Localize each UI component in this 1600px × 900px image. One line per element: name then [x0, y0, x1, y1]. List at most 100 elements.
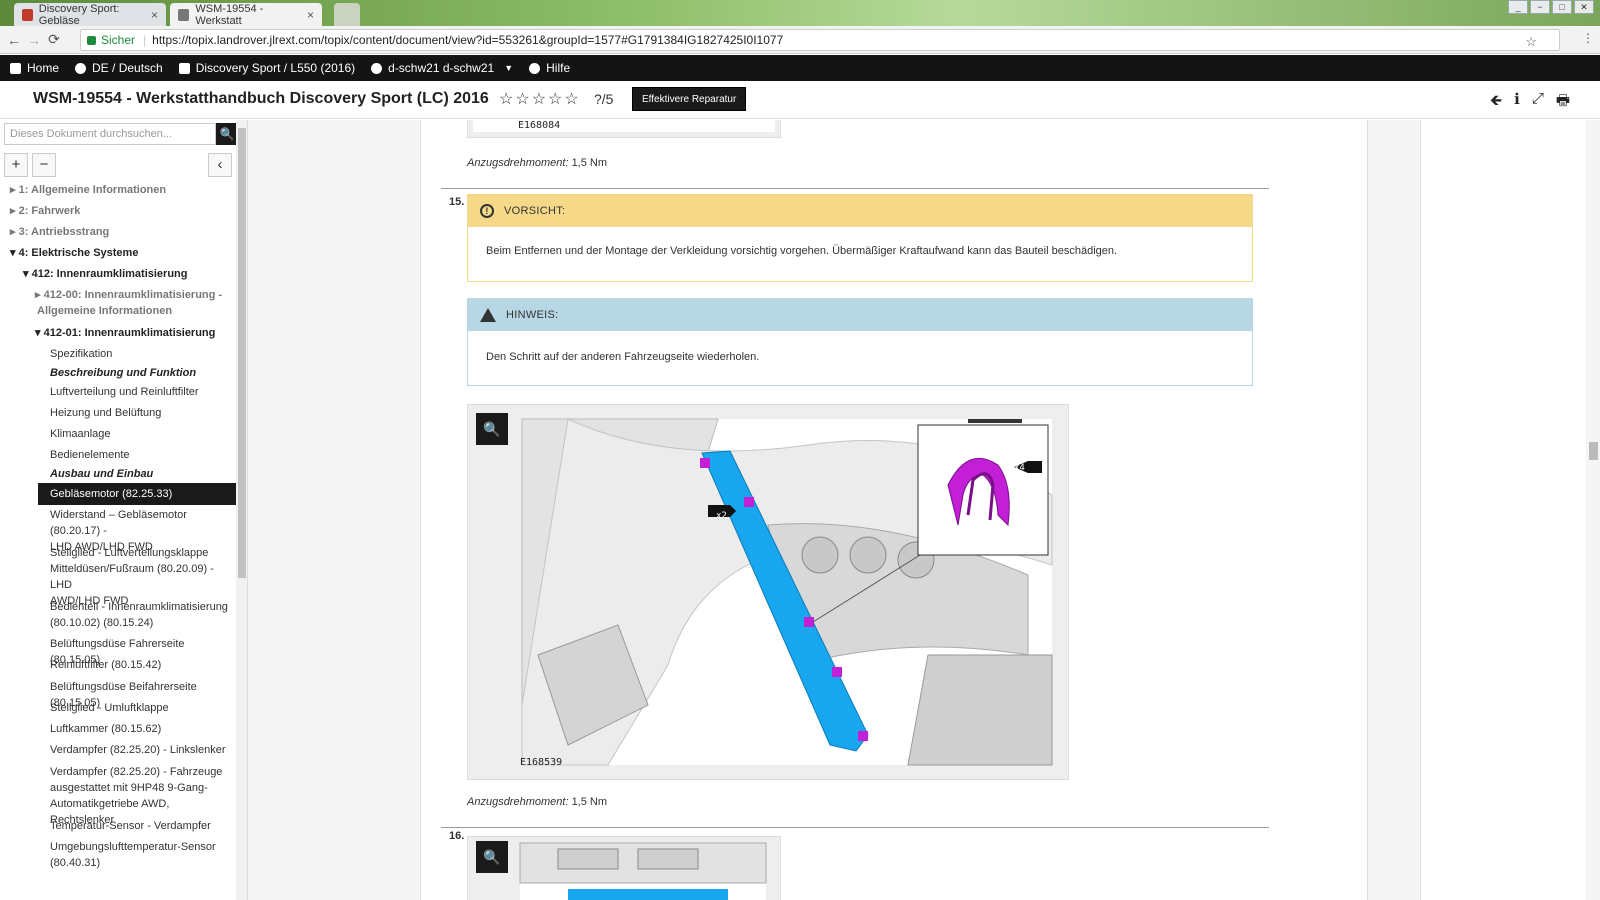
tree-item-ausbau[interactable]: Ausbau und Einbau: [50, 466, 153, 482]
nav-language[interactable]: DE / Deutsch: [67, 61, 171, 75]
close-window-button[interactable]: ✕: [1574, 0, 1594, 14]
content-scrollbar[interactable]: [1586, 120, 1600, 900]
page-title: WSM-19554 - Werkstatthandbuch Discovery …: [33, 90, 489, 107]
caution-text: Beim Entfernen und der Montage der Verkl…: [486, 245, 1118, 257]
content-scroll-thumb[interactable]: [1589, 442, 1598, 460]
nav-home-label: Home: [27, 61, 60, 75]
tab-close-icon[interactable]: ×: [151, 8, 158, 22]
browser-menu-icon[interactable]: ⋮: [1582, 31, 1594, 45]
zoom-icon[interactable]: 🔍: [476, 413, 508, 445]
app-nav-bar: Home DE / Deutsch Discovery Sport / L550…: [0, 55, 1600, 81]
tree-item[interactable]: ▸ 2: Fahrwerk: [10, 203, 80, 219]
effective-repair-button[interactable]: Effektivere Reparatur: [632, 87, 747, 111]
divider: [441, 827, 1269, 828]
tree-item[interactable]: Temperatur-Sensor - Verdampfer: [50, 818, 211, 834]
tree-item[interactable]: Bedienteil - Innenraumklimatisierung (80.…: [50, 599, 228, 631]
back-arrow-icon[interactable]: 🡸: [1490, 90, 1502, 115]
right-panel: [1420, 120, 1600, 900]
tree-item[interactable]: ▾ 412: Innenraumklimatisierung: [23, 266, 187, 282]
caution-title: VORSICHT:: [504, 205, 566, 217]
zoom-icon[interactable]: 🔍: [476, 841, 508, 873]
torque-label: Anzugsdrehmoment:: [467, 157, 569, 169]
step-number: 16.: [449, 830, 465, 842]
tree-item-label-cont: Mitteldüsen/Fußraum (80.20.09) - LHD: [50, 563, 214, 591]
info-icon[interactable]: ℹ: [1514, 90, 1520, 115]
minimize-button[interactable]: −: [1530, 0, 1550, 14]
nav-home[interactable]: Home: [0, 61, 67, 75]
nav-vehicle[interactable]: Discovery Sport / L550 (2016): [171, 61, 363, 75]
illustration-step16: [519, 842, 767, 900]
note-text: Den Schritt auf der anderen Fahrzeugseit…: [486, 351, 760, 363]
maximize-button[interactable]: □: [1552, 0, 1572, 14]
nav-user[interactable]: d-schw21 d-schw21 ▼: [363, 61, 521, 75]
tree-item[interactable]: Verdampfer (82.25.20) - Linkslenker: [50, 742, 225, 758]
forward-icon[interactable]: →: [24, 32, 44, 48]
lock-icon: [87, 35, 96, 45]
window-user-icon[interactable]: _: [1508, 0, 1528, 14]
tree-item[interactable]: Luftverteilung und Reinluftfilter: [50, 384, 199, 400]
window-controls: _ − □ ✕: [1508, 0, 1594, 14]
nav-vehicle-label: Discovery Sport / L550 (2016): [195, 61, 356, 75]
tree-item[interactable]: ▾ 412-01: Innenraumklimatisierung: [35, 325, 215, 341]
nav-user-label: d-schw21 d-schw21: [388, 61, 495, 75]
chevron-right-icon: ▸: [10, 205, 16, 217]
tree-item-label: Bedienteil - Innenraumklimatisierung: [50, 601, 228, 613]
tree-item-selected[interactable]: Gebläsemotor (82.25.33): [38, 483, 236, 505]
tree-item[interactable]: Heizung und Belüftung: [50, 405, 161, 421]
tree-item[interactable]: Bedienelemente: [50, 447, 130, 463]
sidebar-scrollbar[interactable]: [236, 120, 247, 900]
expand-all-button[interactable]: +: [4, 153, 28, 177]
collapse-all-button[interactable]: −: [32, 153, 56, 177]
tree-item-spezifikation[interactable]: Spezifikation: [50, 346, 112, 362]
chevron-right-icon: ▸: [10, 184, 16, 196]
tree-item[interactable]: ▾ 4: Elektrische Systeme: [10, 245, 138, 261]
tab-close-icon[interactable]: ×: [307, 8, 314, 22]
tree-item-label-cont: (80.10.02) (80.15.24): [50, 617, 154, 629]
rating-stars[interactable]: ☆☆☆☆☆: [499, 89, 581, 109]
user-icon: [371, 62, 383, 74]
torque-value: 1,5 Nm: [571, 157, 608, 169]
tree-item-label: 4: Elektrische Systeme: [18, 247, 139, 259]
tree-item-label: Stellglied - Luftverteilungsklappe: [50, 547, 209, 559]
caution-box: ! VORSICHT: Beim Entfernen und der Montag…: [467, 194, 1253, 282]
tree-item-label: 3: Antriebsstrang: [18, 226, 110, 238]
search-icon[interactable]: 🔍: [216, 123, 238, 145]
chevron-right-icon: ▸: [35, 289, 41, 301]
browser-tab-1[interactable]: Discovery Sport: Gebläse ×: [14, 3, 166, 27]
browser-tab-2[interactable]: WSM-19554 - Werkstatt ×: [170, 3, 322, 27]
tree-item[interactable]: Stellglied - Umluftklappe: [50, 700, 169, 716]
tree-item-label-cont: (80.40.31): [50, 857, 101, 869]
reload-icon[interactable]: ⟳: [44, 31, 64, 48]
new-tab-button[interactable]: [334, 3, 360, 26]
car-icon: [178, 62, 190, 74]
print-icon[interactable]: 🖶: [1556, 90, 1570, 115]
hide-sidebar-button[interactable]: ‹: [208, 153, 232, 177]
tree-item[interactable]: Umgebungslufttemperatur-Sensor (80.40.31): [50, 839, 216, 871]
url-field[interactable]: Sicher | https://topix.landrover.jlrext.…: [80, 29, 1560, 51]
tree-item-beschreibung[interactable]: Beschreibung und Funktion: [50, 365, 196, 381]
document-header: WSM-19554 - Werkstatthandbuch Discovery …: [0, 81, 1600, 119]
tree-item-label: Widerstand – Gebläsemotor (80.20.17) -: [50, 509, 187, 537]
tree-item[interactable]: Luftkammer (80.15.62): [50, 721, 161, 737]
tree-item[interactable]: Klimaanlage: [50, 426, 111, 442]
bookmark-star-icon[interactable]: ☆: [1525, 34, 1537, 50]
tree-item[interactable]: ▸ 1: Allgemeine Informationen: [10, 182, 166, 198]
sidebar-scroll-thumb[interactable]: [238, 128, 246, 578]
tree-item[interactable]: Reinluftfilter (80.15.42): [50, 657, 161, 673]
exclamation-icon: !: [480, 204, 494, 218]
torque-spec-1: Anzugsdrehmoment: 1,5 Nm: [467, 157, 607, 169]
search-input[interactable]: Dieses Dokument durchsuchen...: [4, 123, 216, 145]
tree-item[interactable]: ▸ 3: Antriebsstrang: [10, 224, 109, 240]
tree-item[interactable]: ▸ 412-00: Innenraumklimatisierung -: [35, 287, 222, 303]
document-page: E168084 Anzugsdrehmoment: 1,5 Nm 15. ! VO…: [420, 120, 1368, 900]
callout-x4: x4: [1014, 463, 1025, 473]
tree-item-label: Umgebungslufttemperatur-Sensor: [50, 841, 216, 853]
back-icon[interactable]: ←: [4, 32, 24, 48]
expand-icon[interactable]: ⤢: [1532, 90, 1544, 115]
tree-item-label-cont: ausgestattet mit 9HP48 9-Gang-: [50, 782, 208, 794]
nav-help[interactable]: Hilfe: [521, 61, 578, 75]
figure-label: E168539: [520, 757, 563, 768]
chevron-down-icon: ▾: [10, 247, 16, 259]
url-text: https://topix.landrover.jlrext.com/topix…: [152, 33, 784, 47]
help-icon: [529, 62, 541, 74]
